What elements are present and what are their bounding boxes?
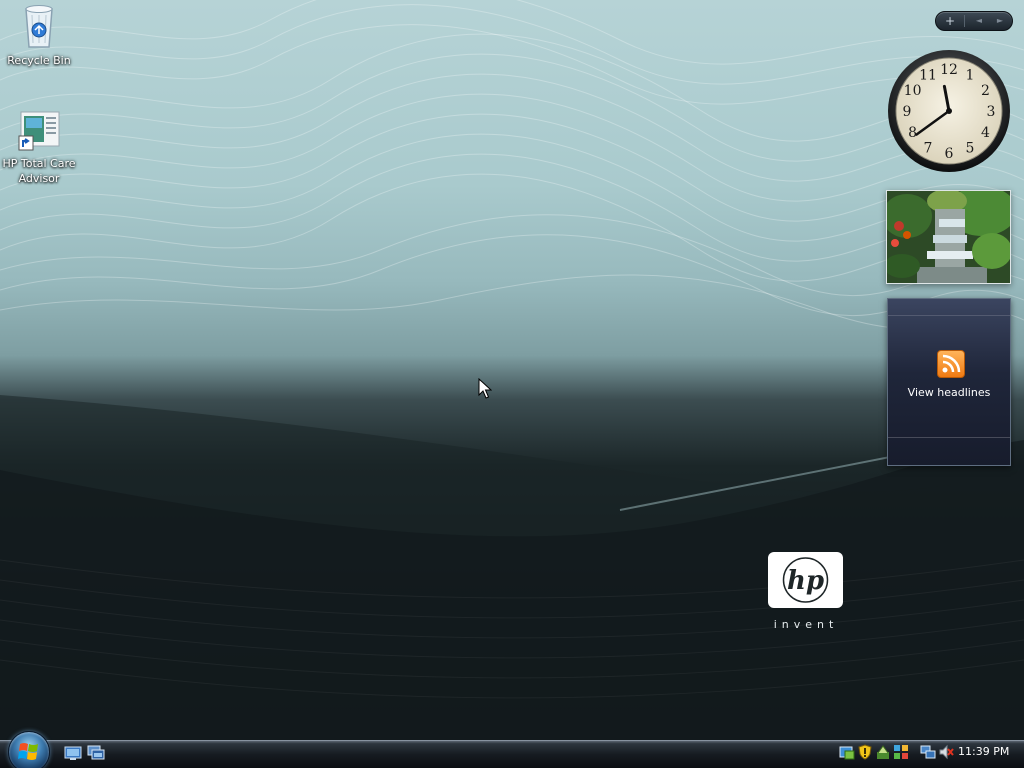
add-gadget-button[interactable]: + <box>940 12 960 30</box>
clock-numeral: 6 <box>945 146 954 162</box>
prev-page-button[interactable]: ◄ <box>970 12 988 30</box>
desktop[interactable]: Recycle Bin HP Total Care Advisor hp inv… <box>0 0 1024 740</box>
desktop-icon-hp-total-care-advisor[interactable]: HP Total Care Advisor <box>0 110 78 186</box>
feed-headlines-gadget[interactable]: View headlines <box>887 298 1011 466</box>
security-shield-icon[interactable] <box>857 744 873 760</box>
clock-numeral: 1 <box>966 68 975 84</box>
sidebar-controls: + ◄ ► <box>935 11 1013 31</box>
taskbar-clock[interactable]: 11:39 PM <box>958 745 1009 758</box>
clock-numeral: 10 <box>904 83 922 99</box>
hp-logo: hp <box>768 552 843 608</box>
rss-icon <box>937 350 965 378</box>
clock-gadget[interactable]: 12 12 3 45678 9 1011 <box>887 48 1011 174</box>
next-page-button[interactable]: ► <box>991 12 1009 30</box>
hp-logo-text: hp <box>787 566 824 596</box>
clock-numeral: 2 <box>981 83 990 99</box>
clock-numeral: 7 <box>924 140 933 156</box>
clock-numeral: 11 <box>919 68 937 84</box>
windows-defender-icon[interactable] <box>875 744 891 760</box>
clock-numeral: 9 <box>903 104 912 120</box>
wallpaper-pattern <box>0 0 1024 740</box>
mouse-cursor <box>478 378 492 399</box>
network-sharing-icon[interactable] <box>893 744 909 760</box>
view-headlines-link[interactable]: View headlines <box>888 386 1010 399</box>
clock-numeral: 12 <box>940 62 958 78</box>
windows-start-orb <box>18 743 38 760</box>
recycle-bin-icon <box>25 5 53 48</box>
hp-tagline: invent <box>773 618 839 631</box>
clock-numeral: 4 <box>981 125 990 141</box>
clock-numeral: 8 <box>908 125 917 141</box>
network-icon[interactable] <box>920 744 936 760</box>
clock-numeral: 5 <box>966 140 975 156</box>
slideshow-gadget[interactable] <box>886 190 1011 284</box>
desktop-icon-recycle-bin[interactable]: Recycle Bin <box>0 3 78 68</box>
volume-muted-icon[interactable] <box>938 744 954 760</box>
waterfall-photo <box>887 191 1010 283</box>
clock-numeral: 3 <box>987 104 996 120</box>
switch-windows-icon[interactable] <box>87 745 105 761</box>
show-desktop-icon[interactable] <box>64 745 82 761</box>
start-button[interactable] <box>8 731 50 768</box>
hp-update-icon[interactable] <box>839 744 855 760</box>
desktop-icon-label: HP Total Care Advisor <box>2 157 76 185</box>
desktop-icon-label: Recycle Bin <box>7 54 71 67</box>
hp-total-care-advisor-icon <box>18 111 60 151</box>
